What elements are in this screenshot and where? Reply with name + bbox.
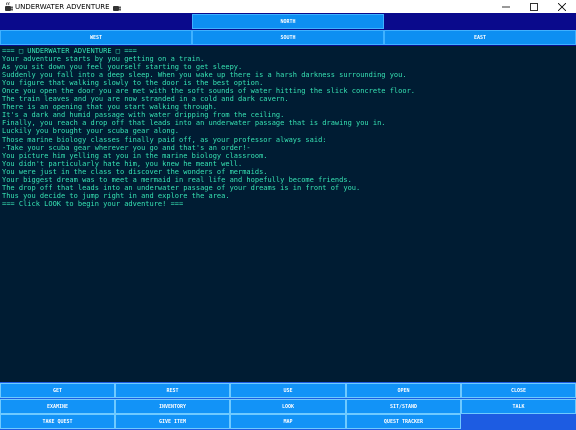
north-button[interactable]: NORTH [192, 14, 384, 29]
story-line: -Take your scuba gear wherever you go an… [2, 143, 251, 152]
look-button[interactable]: LOOK [230, 399, 346, 414]
quest-tracker-button[interactable]: QUEST TRACKER [346, 414, 461, 429]
story-line: Those marine biology classes finally pai… [2, 135, 327, 144]
story-line: It's a dark and humid passage with water… [2, 111, 285, 120]
east-button[interactable]: EAST [384, 30, 576, 45]
story-line: You figure that walking slowly to the do… [2, 79, 264, 88]
story-line: The train leaves and you are now strande… [2, 95, 289, 104]
west-button[interactable]: WEST [0, 30, 192, 45]
story-line: Finally, you reach a drop off that leads… [2, 119, 386, 128]
close-icon [558, 2, 566, 11]
window-title: UNDERWATER ADVENTURE [15, 2, 110, 11]
story-line: Suddenly you fall into a deep sleep. Whe… [2, 71, 407, 80]
story-line: You picture him yelling at you in the ma… [2, 151, 268, 160]
java-cup-icon [112, 2, 122, 12]
story-line: There is an opening that you start walki… [2, 103, 217, 112]
take-quest-button[interactable]: TAKE QUEST [0, 414, 115, 429]
story-line: The drop off that leads into an underwat… [2, 183, 361, 192]
story-line: Your adventure starts by you getting on … [2, 55, 205, 64]
examine-button[interactable]: EXAMINE [0, 399, 115, 414]
story-line: You didn't particularly hate him, you kn… [2, 159, 243, 168]
story-line: Thus you decide to jump right in and exp… [2, 191, 230, 200]
talk-button[interactable]: TALK [461, 399, 576, 414]
get-button[interactable]: GET [0, 383, 115, 398]
close-button[interactable] [548, 0, 576, 13]
story-line: Your biggest dream was to meet a mermaid… [2, 175, 352, 184]
south-button[interactable]: SOUTH [192, 30, 384, 45]
story-line: Once you open the door you are met with … [2, 87, 416, 96]
action-panel: GET REST USE OPEN CLOSE EXAMINE INVENTOR… [0, 382, 576, 430]
story-line: === Click LOOK to begin your adventure! … [2, 199, 184, 208]
direction-panel: NORTH WEST SOUTH EAST [0, 13, 576, 46]
maximize-icon [530, 2, 538, 11]
rest-button[interactable]: REST [115, 383, 230, 398]
use-button[interactable]: USE [230, 383, 346, 398]
inventory-button[interactable]: INVENTORY [115, 399, 230, 414]
open-button[interactable]: OPEN [346, 383, 461, 398]
story-line: As you sit down you feel yourself starti… [2, 63, 243, 72]
sit-stand-button[interactable]: SIT/STAND [346, 399, 461, 414]
minimize-button[interactable] [492, 0, 520, 13]
java-app-icon [3, 1, 13, 12]
close-door-button[interactable]: CLOSE [461, 383, 576, 398]
story-line: You were just in the class to discover t… [2, 167, 268, 176]
minimize-icon [502, 6, 510, 7]
maximize-button[interactable] [520, 0, 548, 13]
story-text-area[interactable]: === □ UNDERWATER ADVENTURE □ === Your ad… [0, 46, 576, 382]
story-line: === □ UNDERWATER ADVENTURE □ === [2, 47, 137, 55]
story-line: Luckily you brought your scuba gear alon… [2, 127, 180, 136]
title-bar: UNDERWATER ADVENTURE [0, 0, 576, 13]
map-button[interactable]: MAP [230, 414, 346, 429]
give-item-button[interactable]: GIVE ITEM [115, 414, 230, 429]
